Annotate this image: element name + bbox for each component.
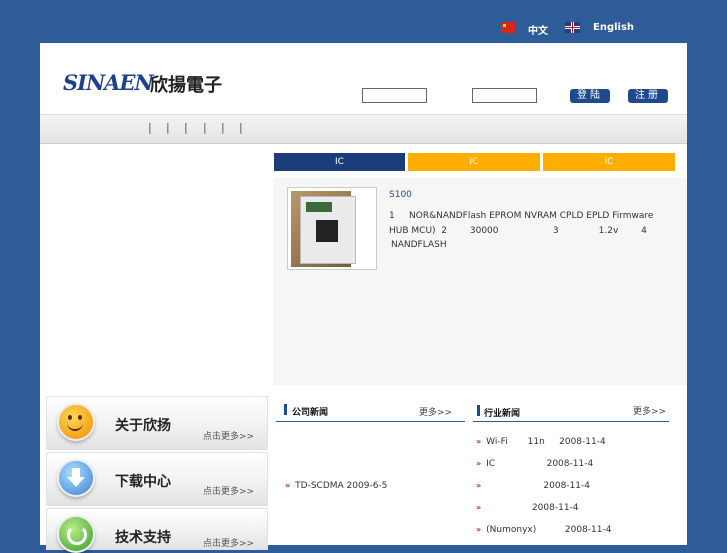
- product-name[interactable]: S100: [389, 190, 412, 200]
- logo[interactable]: SINAEN: [63, 70, 154, 95]
- logo-chinese-name: 欣揚電子: [150, 75, 222, 96]
- bullet-arrow-icon: »: [476, 525, 482, 534]
- download-arrow-icon: [57, 459, 95, 497]
- english-language-link[interactable]: English: [593, 22, 634, 33]
- username-input[interactable]: [362, 88, 427, 103]
- sidebar-support[interactable]: 技术支持 点击更多>>: [46, 508, 268, 553]
- nav-separator: |: [239, 121, 243, 134]
- sidebar-about-title: 关于欣扬: [115, 418, 171, 434]
- sidebar-about-more[interactable]: 点击更多>>: [203, 429, 254, 442]
- sidebar-support-more[interactable]: 点击更多>>: [203, 536, 254, 549]
- nav-separator: |: [221, 121, 225, 134]
- tab-1[interactable]: IC: [274, 153, 405, 171]
- sidebar-about[interactable]: 关于欣扬 点击更多>>: [46, 396, 268, 450]
- company-news-bar: [284, 404, 287, 415]
- nav-separator: |: [203, 121, 207, 134]
- bullet-arrow-icon: »: [285, 481, 291, 490]
- tab-2[interactable]: IC: [408, 153, 540, 171]
- company-news-divider: [276, 421, 465, 422]
- industry-news-item[interactable]: » 2008-11-4: [476, 503, 579, 513]
- smiley-icon: [57, 403, 95, 441]
- main-nav-bar: [40, 114, 687, 144]
- product-desc-line3: NANDFLASH: [391, 240, 447, 250]
- product-desc-line2: HUB MCU) 2 30000 3 1.2v 4: [389, 226, 647, 236]
- bullet-arrow-icon: »: [476, 437, 482, 446]
- sidebar-download[interactable]: 下载中心 点击更多>>: [46, 452, 268, 506]
- industry-news-title: 行业新闻: [484, 409, 521, 419]
- industry-news-divider: [473, 421, 669, 422]
- industry-news-item[interactable]: » 2008-11-4: [476, 481, 590, 491]
- bullet-arrow-icon: »: [476, 459, 482, 468]
- password-input[interactable]: [472, 88, 537, 103]
- company-news-more[interactable]: 更多>>: [419, 405, 452, 418]
- industry-news-bar: [477, 405, 480, 416]
- refresh-icon: [57, 515, 95, 553]
- china-flag-icon[interactable]: [501, 22, 515, 33]
- bullet-arrow-icon: »: [476, 481, 482, 490]
- register-button[interactable]: 注册: [628, 89, 668, 103]
- industry-news-item[interactable]: » (Numonyx) 2008-11-4: [476, 525, 611, 535]
- industry-news-more[interactable]: 更多>>: [633, 404, 666, 417]
- nav-separator: |: [166, 121, 170, 134]
- sidebar-support-title: 技术支持: [115, 530, 171, 546]
- industry-news-item[interactable]: » IC 2008-11-4: [476, 459, 593, 469]
- bullet-arrow-icon: »: [476, 503, 482, 512]
- login-button[interactable]: 登陆: [570, 89, 610, 103]
- tab-3[interactable]: IC: [543, 153, 675, 171]
- company-news-title: 公司新闻: [292, 408, 329, 418]
- industry-news-item[interactable]: » Wi-Fi 11n 2008-11-4: [476, 437, 606, 447]
- sidebar-download-more[interactable]: 点击更多>>: [203, 484, 254, 497]
- product-image[interactable]: [287, 187, 377, 270]
- nav-separator: |: [148, 121, 152, 134]
- nav-separator: |: [184, 121, 188, 134]
- company-news-item[interactable]: » TD-SCDMA 2009-6-5: [285, 481, 387, 491]
- uk-flag-icon[interactable]: [565, 22, 580, 33]
- sidebar-download-title: 下载中心: [115, 474, 171, 490]
- product-desc-line1: 1 NOR&NANDFlash EPROM NVRAM CPLD EPLD Fi…: [389, 211, 654, 221]
- chinese-language-link[interactable]: 中文: [528, 22, 548, 37]
